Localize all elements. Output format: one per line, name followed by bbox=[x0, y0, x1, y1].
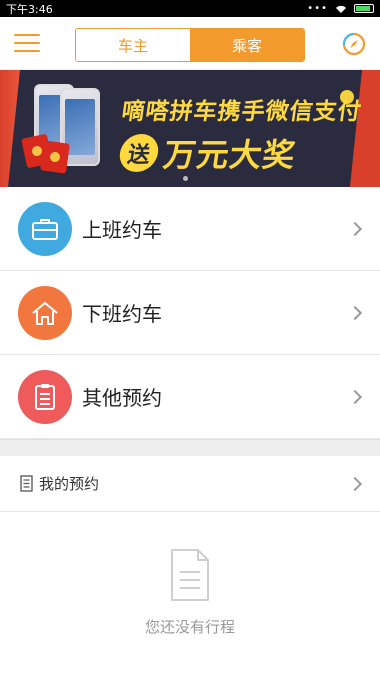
tab-driver[interactable]: 车主 bbox=[76, 29, 190, 61]
my-reservations-row[interactable]: 我的预约 bbox=[0, 456, 380, 512]
compass-icon[interactable] bbox=[342, 32, 366, 56]
menu-item-label: 其他预约 bbox=[82, 386, 162, 410]
menu-item-commute-home[interactable]: 下班约车 bbox=[0, 271, 380, 355]
signal-dots-icon: ••• bbox=[307, 3, 328, 14]
briefcase-icon bbox=[18, 201, 72, 256]
battery-icon bbox=[354, 4, 374, 13]
status-icons: ••• bbox=[307, 3, 374, 14]
hamburger-menu-icon[interactable] bbox=[14, 34, 40, 52]
promo-banner[interactable]: 嘀嗒拼车携手微信支付 送 万元大奖 bbox=[0, 70, 380, 187]
menu-item-label: 下班约车 bbox=[82, 302, 162, 326]
chevron-right-icon bbox=[347, 221, 363, 236]
document-icon bbox=[18, 369, 72, 424]
status-time: 下午3:46 bbox=[6, 2, 53, 16]
banner-page-indicator bbox=[183, 176, 188, 181]
empty-state: 您还没有行程 bbox=[0, 512, 380, 689]
empty-document-icon bbox=[171, 549, 209, 601]
booking-menu: 上班约车 下班约车 其他预约 bbox=[0, 187, 380, 439]
banner-badge: 送 bbox=[117, 134, 161, 172]
banner-decor-right bbox=[350, 70, 380, 187]
tab-passenger[interactable]: 乘客 bbox=[190, 29, 304, 61]
chevron-right-icon bbox=[347, 389, 363, 404]
chevron-right-icon bbox=[347, 476, 363, 491]
empty-state-text: 您还没有行程 bbox=[144, 618, 235, 636]
banner-decor-left bbox=[0, 70, 20, 187]
banner-headline: 嘀嗒拼车携手微信支付 bbox=[119, 99, 364, 125]
banner-subline: 送 万元大奖 bbox=[117, 130, 299, 176]
role-switch: 车主 乘客 bbox=[75, 28, 305, 62]
section-divider bbox=[0, 439, 380, 456]
status-bar: 下午3:46 ••• bbox=[0, 0, 380, 17]
my-reservations-label: 我的预约 bbox=[39, 475, 100, 493]
red-packet-icon bbox=[40, 140, 70, 174]
list-icon bbox=[20, 475, 33, 492]
home-icon bbox=[18, 285, 72, 340]
chevron-right-icon bbox=[347, 305, 363, 320]
wifi-icon bbox=[336, 5, 346, 13]
top-nav: 车主 乘客 bbox=[0, 17, 380, 70]
banner-prize: 万元大奖 bbox=[161, 136, 299, 174]
menu-item-label: 上班约车 bbox=[82, 218, 162, 242]
menu-item-other-booking[interactable]: 其他预约 bbox=[0, 355, 380, 439]
menu-item-commute-to-work[interactable]: 上班约车 bbox=[0, 187, 380, 271]
